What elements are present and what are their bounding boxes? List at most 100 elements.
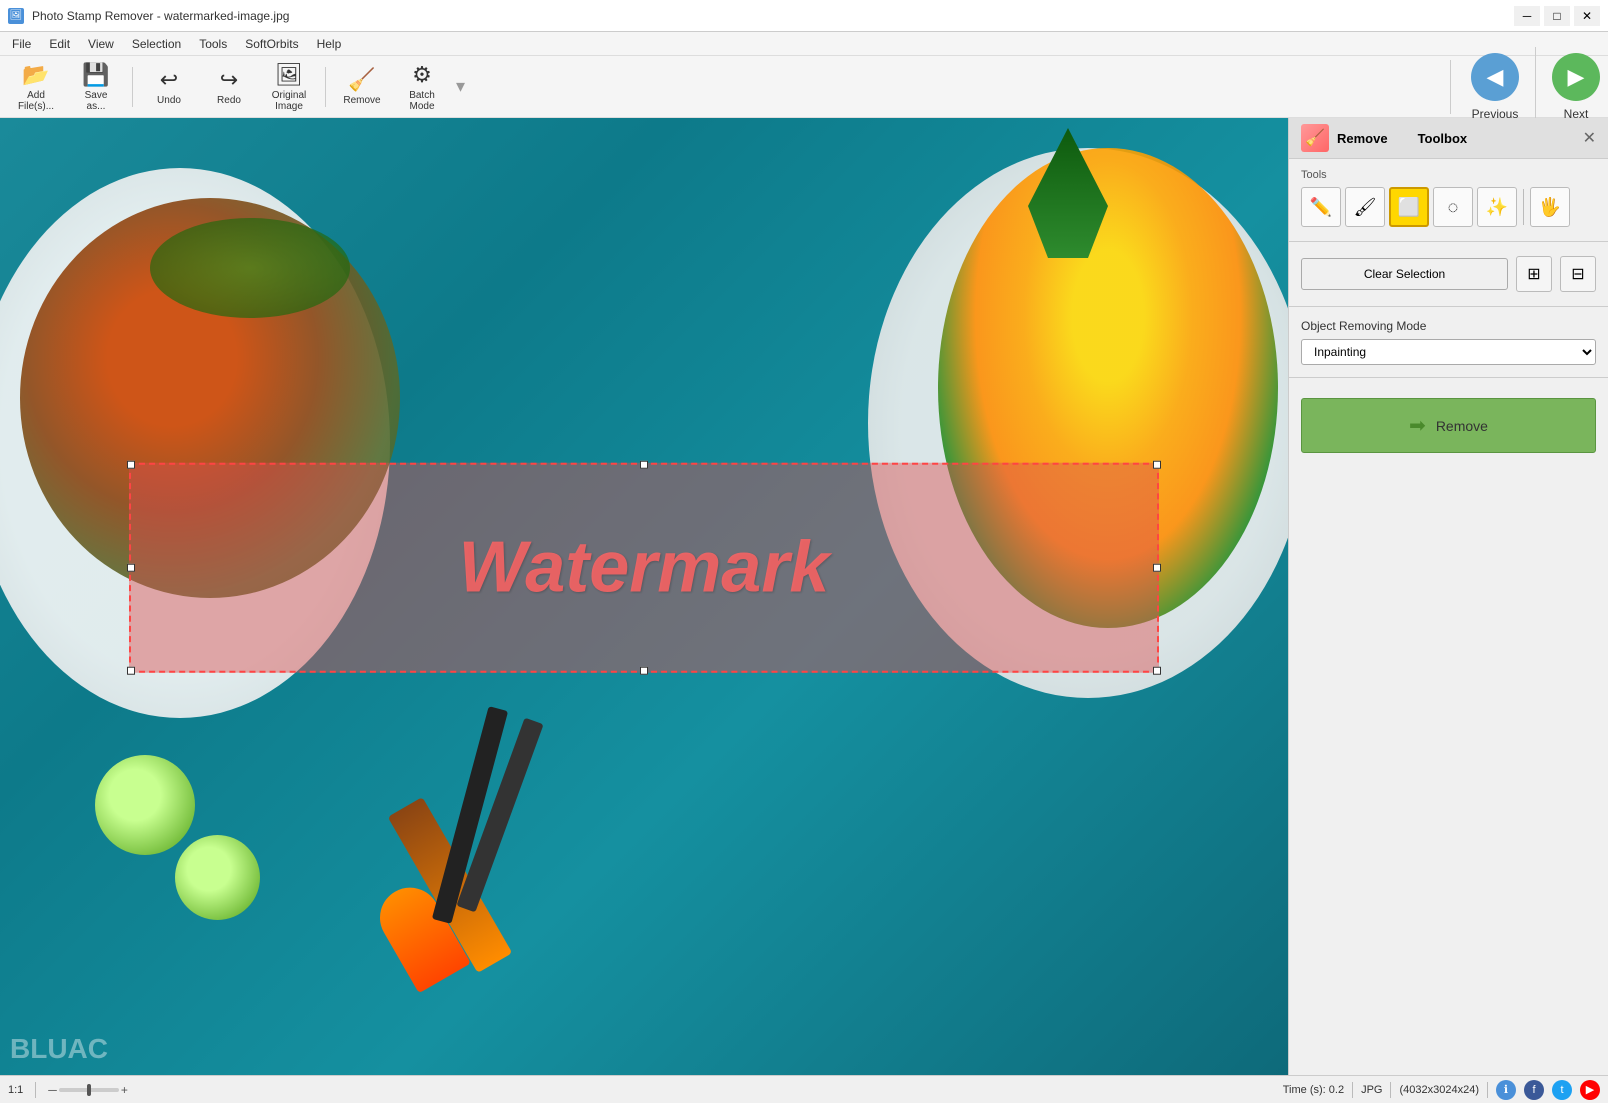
toolbox-panel: 🧹 Remove Toolbox ✕ Tools ✏️ 🖌 ⬜ ◌ ✨ 🖐 Cl… (1288, 118, 1608, 1075)
zoom-out-button[interactable]: ─ (48, 1083, 57, 1097)
status-divider-4 (1487, 1082, 1488, 1098)
redo-button[interactable]: ↪ Redo (201, 60, 257, 114)
mode-label: Object Removing Mode (1301, 319, 1596, 333)
menu-selection[interactable]: Selection (124, 35, 189, 53)
zoom-segment: 1:1 (8, 1084, 23, 1096)
next-button[interactable]: ▶ Next (1552, 53, 1600, 121)
tools-label: Tools (1301, 169, 1596, 181)
toolbox-close-button[interactable]: ✕ (1583, 128, 1596, 148)
minimize-button[interactable]: ─ (1514, 6, 1540, 26)
save-as-button[interactable]: 💾 Saveas... (68, 60, 124, 114)
title-bar-controls: ─ □ ✕ (1514, 6, 1600, 26)
next-circle: ▶ (1552, 53, 1600, 101)
batch-mode-icon: ⚙ (412, 62, 432, 88)
remove-button-icon: ➡ (1409, 413, 1426, 438)
toolbox-section-title: Remove (1337, 131, 1388, 146)
status-divider-3 (1390, 1082, 1391, 1098)
menu-tools[interactable]: Tools (191, 35, 235, 53)
tools-separator (1523, 189, 1524, 225)
shrink-selection-button[interactable]: ⊟ (1560, 256, 1596, 292)
menu-view[interactable]: View (80, 35, 122, 53)
toolbox-title: Toolbox (1418, 131, 1468, 146)
menu-help[interactable]: Help (309, 35, 350, 53)
status-bar: 1:1 ─ + Time (s): 0.2 JPG (4032x3024x24)… (0, 1075, 1608, 1103)
maximize-button[interactable]: □ (1544, 6, 1570, 26)
lasso-tool-button[interactable]: ◌ (1433, 187, 1473, 227)
twitter-icon[interactable]: t (1552, 1080, 1572, 1100)
previous-button[interactable]: ◀ Previous (1471, 53, 1519, 121)
handle-bottom-right[interactable] (1153, 667, 1161, 675)
handle-mid-left[interactable] (127, 564, 135, 572)
main-area: Watermark BLUAC 🧹 Remove Toolbox ✕ Tools… (0, 118, 1608, 1075)
zoom-control: ─ + (48, 1083, 128, 1097)
tools-section: Tools ✏️ 🖌 ⬜ ◌ ✨ 🖐 (1289, 159, 1608, 237)
image-area[interactable]: Watermark BLUAC (0, 118, 1288, 1075)
clear-section: Clear Selection ⊞ ⊟ (1289, 246, 1608, 302)
menu-file[interactable]: File (4, 35, 39, 53)
brush-tool-button[interactable]: 🖌 (1345, 187, 1385, 227)
title-bar-text: Photo Stamp Remover - watermarked-image.… (32, 9, 1506, 23)
more-options-icon: ▾ (456, 76, 465, 97)
expand-selection-button[interactable]: ⊞ (1516, 256, 1552, 292)
handle-mid-right[interactable] (1153, 564, 1161, 572)
zoom-slider-track[interactable] (59, 1088, 119, 1092)
handle-top-left[interactable] (127, 461, 135, 469)
handle-bottom-left[interactable] (127, 667, 135, 675)
original-image-button[interactable]: 🖼 OriginalImage (261, 60, 317, 114)
toolbar-separator-1 (132, 67, 133, 107)
rect-select-tool-button[interactable]: ⬜ (1389, 187, 1429, 227)
clear-selection-button[interactable]: Clear Selection (1301, 258, 1508, 290)
magic-wand-tool-button[interactable]: ✨ (1477, 187, 1517, 227)
undo-icon: ↩ (160, 67, 178, 93)
add-files-icon: 📂 (22, 62, 49, 88)
remove-button-label: Remove (1436, 418, 1488, 434)
batch-mode-button[interactable]: ⚙ BatchMode (394, 60, 450, 114)
remove-button[interactable]: ➡ Remove (1301, 398, 1596, 453)
toolbox-header: 🧹 Remove Toolbox ✕ (1289, 118, 1608, 159)
mode-section: Object Removing Mode Inpainting Smart Fi… (1289, 311, 1608, 373)
youtube-icon[interactable]: ▶ (1580, 1080, 1600, 1100)
title-bar: 🖼 Photo Stamp Remover - watermarked-imag… (0, 0, 1608, 32)
format-label: JPG (1361, 1084, 1382, 1096)
remove-icon-toolbar: 🧹 (348, 67, 375, 93)
zoom-slider-thumb[interactable] (87, 1084, 91, 1096)
food-background: Watermark BLUAC (0, 118, 1288, 1075)
handle-top-right[interactable] (1153, 461, 1161, 469)
handle-top-mid[interactable] (640, 461, 648, 469)
toolbox-divider-2 (1289, 306, 1608, 307)
tools-grid: ✏️ 🖌 ⬜ ◌ ✨ 🖐 (1301, 187, 1596, 227)
watermark-selection[interactable]: Watermark (129, 463, 1159, 674)
dimensions-label: (4032x3024x24) (1399, 1084, 1479, 1096)
redo-icon: ↪ (220, 67, 238, 93)
toolbox-divider-1 (1289, 241, 1608, 242)
original-image-icon: 🖼 (275, 62, 303, 88)
logo-watermark-hint: BLUAC (10, 1033, 108, 1065)
previous-circle: ◀ (1471, 53, 1519, 101)
facebook-icon[interactable]: f (1524, 1080, 1544, 1100)
zoom-in-button[interactable]: + (121, 1083, 128, 1097)
handle-bottom-mid[interactable] (640, 667, 648, 675)
pencil-tool-button[interactable]: ✏️ (1301, 187, 1341, 227)
toolbox-header-left: 🧹 Remove (1301, 124, 1388, 152)
mode-select[interactable]: Inpainting Smart Fill Texture (1301, 339, 1596, 365)
menu-softorbits[interactable]: SoftOrbits (237, 35, 306, 53)
app-icon: 🖼 (8, 8, 24, 24)
eraser-icon: 🧹 (1301, 124, 1329, 152)
status-right: Time (s): 0.2 JPG (4032x3024x24) ℹ f t ▶ (1283, 1080, 1600, 1100)
nav-divider (1535, 47, 1536, 127)
add-files-button[interactable]: 📂 AddFile(s)... (8, 60, 64, 114)
save-icon: 💾 (82, 62, 109, 88)
remove-button-toolbar[interactable]: 🧹 Remove (334, 60, 390, 114)
toolbar-separator-2 (325, 67, 326, 107)
undo-button[interactable]: ↩ Undo (141, 60, 197, 114)
time-label: Time (s): 0.2 (1283, 1084, 1344, 1096)
watermark-text: Watermark (459, 527, 830, 609)
close-button[interactable]: ✕ (1574, 6, 1600, 26)
stamp-tool-button[interactable]: 🖐 (1530, 187, 1570, 227)
menu-bar: File Edit View Selection Tools SoftOrbit… (0, 32, 1608, 56)
status-divider-1 (35, 1082, 36, 1098)
status-divider-2 (1352, 1082, 1353, 1098)
info-icon[interactable]: ℹ (1496, 1080, 1516, 1100)
menu-edit[interactable]: Edit (41, 35, 78, 53)
herbs (150, 218, 350, 318)
